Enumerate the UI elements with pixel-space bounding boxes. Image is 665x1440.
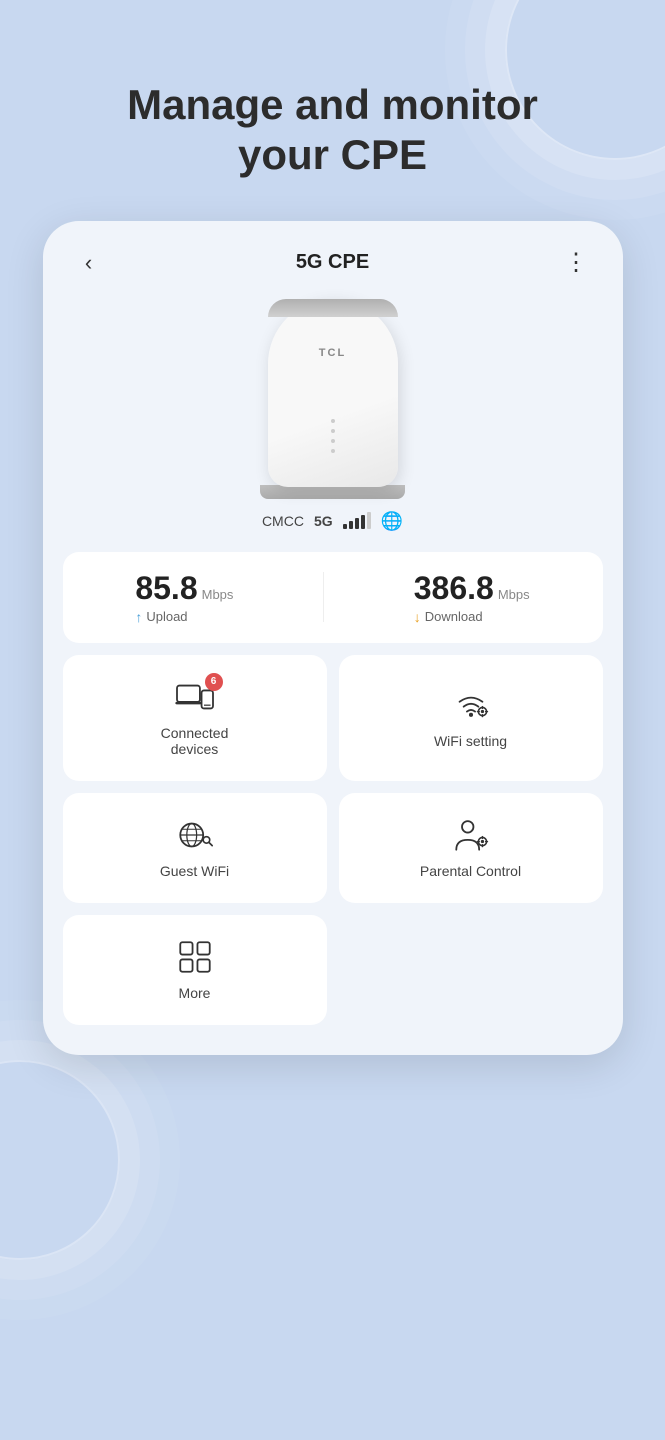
upload-unit: Mbps [202, 587, 234, 602]
parental-control-card[interactable]: Parental Control [339, 793, 603, 903]
router-brand: TCL [319, 347, 346, 359]
download-unit: Mbps [498, 587, 530, 602]
speed-card: 85.8 Mbps ↑ Upload 386.8 Mbps ↓ Download [63, 552, 603, 643]
more-icon [175, 939, 215, 975]
network-type-label: 5G [314, 513, 333, 529]
page-title: 5G CPE [296, 251, 369, 274]
phone-card: ‹ 5G CPE ⋮ TCL CMCC 5G [43, 221, 623, 1055]
signal-bar-4 [361, 515, 365, 529]
guest-wifi-card[interactable]: Guest WiFi [63, 793, 327, 903]
header-title: Manage and monitor your CPE [127, 80, 538, 181]
device-area: TCL CMCC 5G 🌐 [43, 289, 623, 542]
connected-devices-badge: 6 [205, 673, 223, 691]
back-button[interactable]: ‹ [71, 245, 107, 281]
signal-bar-3 [355, 518, 359, 529]
wifi-setting-icon [451, 687, 491, 723]
wifi-setting-label: WiFi setting [434, 733, 507, 749]
signal-bars [343, 513, 371, 529]
bg-decoration-bottom-left [0, 1060, 120, 1260]
upload-label: ↑ Upload [135, 609, 233, 625]
upload-arrow-icon: ↑ [135, 609, 142, 625]
signal-bar-1 [343, 524, 347, 529]
guest-wifi-icon [175, 817, 215, 853]
more-label: More [179, 985, 211, 1001]
wifi-setting-card[interactable]: WiFi setting [339, 655, 603, 781]
connected-devices-card[interactable]: 6 Connecteddevices [63, 655, 327, 781]
router-top-band [268, 299, 398, 317]
parental-control-label: Parental Control [420, 863, 521, 879]
more-card[interactable]: More [63, 915, 327, 1025]
signal-bar-5 [367, 512, 371, 529]
upload-value: 85.8 Mbps [135, 570, 233, 607]
router-body: TCL [268, 299, 398, 487]
router-light [331, 419, 335, 423]
router-light [331, 429, 335, 433]
speed-divider [323, 572, 324, 622]
router-base [260, 485, 405, 499]
menu-button[interactable]: ⋮ [558, 245, 594, 281]
feature-grid: 6 Connecteddevices [63, 655, 603, 1025]
download-label: ↓ Download [414, 609, 530, 625]
top-bar: ‹ 5G CPE ⋮ [43, 221, 623, 289]
connected-devices-icon: 6 [175, 679, 215, 715]
download-arrow-icon: ↓ [414, 609, 421, 625]
router-lights [331, 419, 335, 453]
router-image: TCL [253, 299, 413, 499]
carrier-label: CMCC [262, 513, 304, 529]
connected-devices-label: Connecteddevices [161, 725, 229, 757]
parental-control-icon [451, 817, 491, 853]
guest-wifi-label: Guest WiFi [160, 863, 229, 879]
router-light [331, 439, 335, 443]
download-block: 386.8 Mbps ↓ Download [414, 570, 530, 625]
signal-bar-2 [349, 521, 353, 529]
header-section: Manage and monitor your CPE [127, 80, 538, 181]
upload-block: 85.8 Mbps ↑ Upload [135, 570, 233, 625]
network-status: CMCC 5G 🌐 [262, 511, 403, 532]
router-light [331, 449, 335, 453]
download-value: 386.8 Mbps [414, 570, 530, 607]
globe-icon: 🌐 [381, 511, 403, 532]
